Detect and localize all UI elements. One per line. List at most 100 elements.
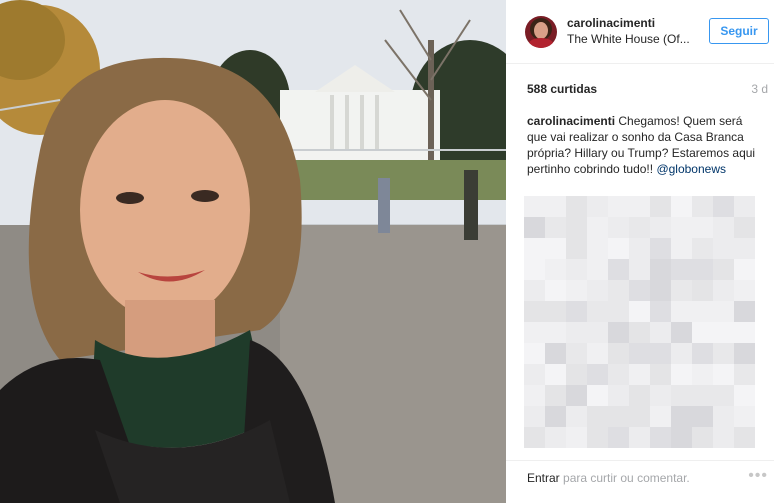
pixel-block: [650, 343, 671, 364]
more-options-icon[interactable]: •••: [748, 467, 768, 485]
pixel-block: [650, 364, 671, 385]
pixel-block: [608, 259, 629, 280]
pixel-block: [545, 406, 566, 427]
pixel-block: [608, 301, 629, 322]
pixel-block: [587, 343, 608, 364]
pixel-block: [524, 280, 545, 301]
pixel-block: [545, 280, 566, 301]
pixel-block: [713, 385, 734, 406]
pixel-block: [734, 343, 755, 364]
pixel-block: [545, 364, 566, 385]
location-link[interactable]: The White House (Of...: [567, 32, 697, 46]
pixel-block: [692, 427, 713, 448]
pixel-block: [545, 196, 566, 217]
pixel-block: [629, 406, 650, 427]
caption-author-link[interactable]: carolinacimenti: [527, 114, 615, 128]
pixel-block: [671, 217, 692, 238]
pixel-block: [566, 364, 587, 385]
pixel-block: [587, 196, 608, 217]
pixel-block: [524, 217, 545, 238]
pixel-block: [524, 322, 545, 343]
pixel-block: [566, 280, 587, 301]
pixel-block: [608, 322, 629, 343]
pixel-block: [608, 238, 629, 259]
pixel-block: [650, 385, 671, 406]
pixel-block: [734, 238, 755, 259]
pixel-block: [608, 364, 629, 385]
pixel-block: [671, 259, 692, 280]
pixel-block: [713, 322, 734, 343]
pixel-block: [545, 322, 566, 343]
pixel-block: [692, 385, 713, 406]
pixel-block: [650, 196, 671, 217]
post-caption: carolinacimenti Chegamos! Quem será que …: [527, 113, 763, 177]
caption-mention-link[interactable]: @globonews: [656, 162, 726, 176]
pixel-block: [692, 217, 713, 238]
post-photo[interactable]: [0, 0, 506, 503]
pixel-block: [545, 385, 566, 406]
likes-count[interactable]: 588 curtidas: [527, 82, 597, 96]
pixel-block: [545, 343, 566, 364]
pixel-block: [713, 196, 734, 217]
pixel-block: [608, 217, 629, 238]
pixel-block: [587, 322, 608, 343]
pixel-block: [587, 217, 608, 238]
pixel-block: [713, 259, 734, 280]
pixel-block: [524, 238, 545, 259]
post-timestamp[interactable]: 3 d: [751, 82, 768, 96]
pixel-block: [608, 280, 629, 301]
pixel-block: [671, 322, 692, 343]
pixel-block: [629, 280, 650, 301]
pixel-block: [713, 343, 734, 364]
pixel-block: [734, 385, 755, 406]
pixel-block: [566, 259, 587, 280]
pixel-block: [713, 238, 734, 259]
login-link[interactable]: Entrar: [527, 471, 560, 485]
pixel-block: [587, 259, 608, 280]
pixel-block: [608, 196, 629, 217]
pixel-block: [524, 385, 545, 406]
pixel-block: [734, 364, 755, 385]
pixel-block: [713, 280, 734, 301]
pixel-block: [692, 196, 713, 217]
pixel-block: [734, 406, 755, 427]
post-footer: Entrar para curtir ou comentar. •••: [506, 460, 774, 503]
pixel-block: [692, 322, 713, 343]
pixel-block: [608, 406, 629, 427]
pixel-block: [524, 364, 545, 385]
pixel-block: [650, 238, 671, 259]
pixel-block: [629, 322, 650, 343]
instagram-post: carolinacimenti The White House (Of... S…: [0, 0, 774, 503]
pixel-block: [545, 301, 566, 322]
follow-button[interactable]: Seguir: [709, 18, 769, 44]
pixel-block: [566, 238, 587, 259]
pixel-block: [629, 364, 650, 385]
profile-avatar[interactable]: [525, 16, 557, 48]
pixel-block: [587, 427, 608, 448]
username-link[interactable]: carolinacimenti: [567, 16, 655, 30]
pixel-block: [671, 343, 692, 364]
pixel-block: [692, 364, 713, 385]
pixel-block: [608, 427, 629, 448]
pixel-block: [734, 322, 755, 343]
pixel-block: [545, 259, 566, 280]
pixel-block: [671, 301, 692, 322]
pixel-block: [650, 280, 671, 301]
pixel-block: [650, 427, 671, 448]
pixel-block: [629, 385, 650, 406]
pixel-block: [692, 280, 713, 301]
pixel-block: [650, 259, 671, 280]
pixel-block: [713, 301, 734, 322]
pixel-block: [650, 217, 671, 238]
pixel-block: [671, 196, 692, 217]
pixel-block: [734, 259, 755, 280]
pixel-block: [713, 364, 734, 385]
pixel-block: [734, 427, 755, 448]
pixel-block: [524, 301, 545, 322]
pixel-block: [629, 259, 650, 280]
pixel-block: [608, 385, 629, 406]
pixel-block: [629, 238, 650, 259]
pixel-block: [524, 343, 545, 364]
pixel-block: [692, 238, 713, 259]
pixel-block: [629, 301, 650, 322]
